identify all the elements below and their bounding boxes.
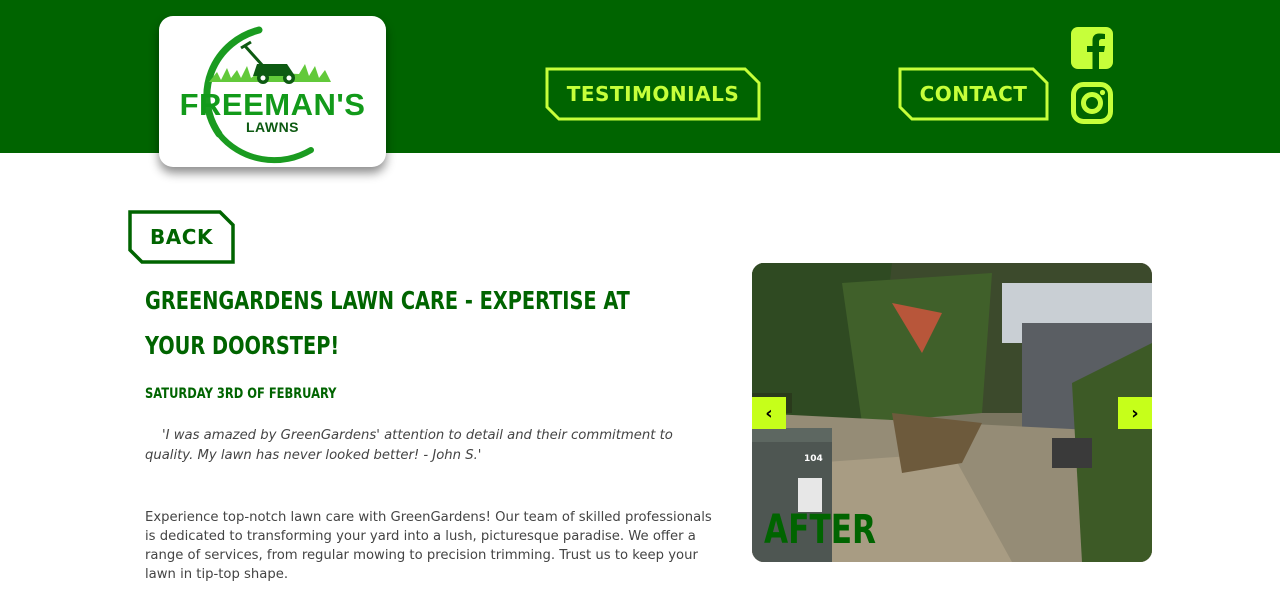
carousel-prev-button[interactable]: ‹ [752, 397, 786, 429]
logo-title: FREEMAN'S [179, 87, 366, 122]
contact-label: CONTACT [919, 82, 1028, 106]
testimonials-label: TESTIMONIALS [566, 82, 740, 106]
back-label: BACK [150, 225, 213, 249]
back-button[interactable]: BACK [128, 210, 235, 264]
article-body: Experience top-notch lawn care with Gree… [145, 510, 712, 582]
logo-subtitle: LAWNS [245, 119, 300, 135]
carousel-label: AFTER [764, 507, 877, 553]
article-title: GreenGardens Lawn Care - Expertise at Yo… [145, 286, 630, 360]
image-carousel[interactable]: 104 AFTER ‹ › [752, 263, 1152, 562]
bin-number: 104 [804, 454, 823, 464]
testimonials-button[interactable]: TESTIMONIALS [545, 67, 761, 121]
contact-button[interactable]: CONTACT [898, 67, 1049, 121]
testimonial-quote: 'I was amazed by GreenGardens' attention… [145, 428, 673, 463]
instagram-icon[interactable] [1071, 82, 1113, 124]
carousel-next-button[interactable]: › [1118, 397, 1152, 429]
facebook-icon[interactable] [1071, 27, 1113, 69]
site-logo[interactable]: FREEMAN'S LAWNS [159, 16, 386, 167]
article-date: Saturday 3rd of February [145, 386, 337, 402]
